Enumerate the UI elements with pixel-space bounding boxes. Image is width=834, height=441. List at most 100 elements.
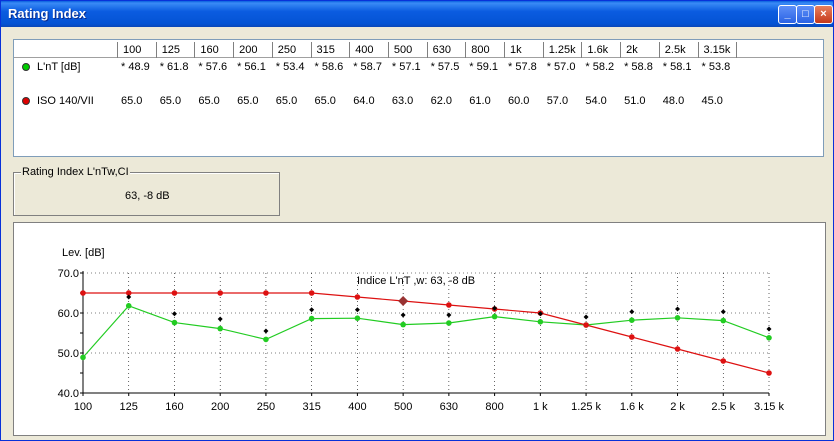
- table-cell: 64.0: [353, 95, 375, 107]
- table-cell: 60.0: [508, 95, 530, 107]
- diamond-data-point: [720, 309, 726, 315]
- table-cell: * 58.8: [624, 61, 653, 73]
- table-cell: * 48.9: [121, 61, 150, 73]
- y-tick-label: 50.0: [58, 348, 79, 360]
- series-line: [83, 292, 770, 374]
- diamond-data-point: [400, 312, 406, 318]
- client-area: 100 125 160 200 250 315 400 500 630 800 1k 1.25k 1.6…: [4, 27, 830, 438]
- table-cell: * 58.2: [585, 61, 615, 73]
- series-data-point: [125, 303, 132, 309]
- diamond-data-point: [126, 294, 132, 300]
- rating-index-group: Rating Index L'nTw,CI 63, -8 dB: [13, 166, 280, 216]
- series-data-point: [354, 315, 361, 321]
- window-title: Rating Index: [8, 6, 87, 21]
- table-cell: 65.0: [198, 95, 220, 107]
- series-data-point: [629, 334, 635, 340]
- table-cell: 51.0: [624, 95, 646, 107]
- frequency-header-row: 100 125 160 200 250 315 400 500 630 800 1k 1.25k 1.6…: [14, 41, 823, 58]
- y-tick-label: 70.0: [58, 268, 79, 280]
- table-cell: * 57.0: [546, 61, 576, 73]
- table-cell: 45.0: [701, 95, 723, 107]
- frequency-header-cell: 315: [310, 42, 350, 58]
- series-data-point: [491, 313, 498, 320]
- frequency-header-cell: 160: [194, 42, 233, 58]
- series-line: [82, 305, 770, 358]
- table-cell: * 57.8: [508, 61, 537, 73]
- diamond-data-point: [675, 306, 681, 312]
- table-cell: 65.0: [159, 95, 182, 107]
- frequency-header-cell: 2.5k: [658, 42, 698, 58]
- series-data-point: [217, 325, 223, 332]
- maximize-button[interactable]: □: [796, 5, 815, 24]
- table-cell: * 61.8: [159, 61, 189, 73]
- series-data-point: [766, 335, 772, 341]
- x-tick-label: 315: [302, 401, 320, 413]
- y-axis-label: Lev. [dB]: [62, 247, 105, 259]
- table-row-label[interactable]: L'nT [dB]: [22, 60, 80, 74]
- series-data-point: [80, 354, 86, 361]
- diamond-data-point: [217, 316, 223, 322]
- header-end-divider: [736, 42, 742, 58]
- series-data-point: [446, 320, 452, 326]
- table-cell: * 58.1: [662, 61, 692, 73]
- series-data-point: [720, 358, 727, 364]
- diamond-data-point: [171, 311, 177, 317]
- table-cell: * 53.8: [701, 61, 731, 73]
- title-bar[interactable]: Rating Index _ □ ×: [1, 1, 833, 27]
- table-cell: * 53.4: [275, 61, 305, 73]
- table-cell: * 58.6: [314, 61, 344, 73]
- frequency-header-cell: 800: [465, 42, 504, 58]
- frequency-header-cell: 1.6k: [581, 42, 620, 58]
- series-data-point: [217, 290, 223, 296]
- frequency-header-cell: 2k: [620, 42, 659, 58]
- table-cell: 57.0: [546, 95, 569, 107]
- frequency-table: 100 125 160 200 250 315 400 500 630 800 1k 1.25k 1.6…: [13, 39, 824, 157]
- rating-index-window: Rating Index _ □ × 100 125 160 200 250 315 400…: [0, 0, 834, 441]
- row-label-text: L'nT [dB]: [37, 61, 81, 73]
- series-data-point: [171, 290, 178, 296]
- frequency-header-cell: 250: [271, 42, 311, 58]
- table-cell: 65.0: [275, 95, 298, 107]
- series-data-point: [674, 315, 681, 321]
- table-cell: 65.0: [237, 95, 259, 107]
- x-tick-label: 100: [74, 401, 92, 413]
- x-tick-label: 1 k: [533, 401, 548, 413]
- diamond-data-point: [263, 328, 269, 334]
- x-tick-label: 125: [120, 401, 138, 413]
- series-data-point: [308, 315, 315, 322]
- series-data-point: [171, 319, 178, 326]
- table-cell: * 57.5: [430, 61, 460, 73]
- frequency-header-cell: 1.25k: [542, 42, 582, 58]
- table-cell: 61.0: [469, 95, 491, 107]
- table-row-label[interactable]: ISO 140/VII: [22, 94, 94, 108]
- rating-chart: 40.0 50.0 60.0 70.0 100 125 160 200 250 315 400 500…: [13, 222, 826, 436]
- x-tick-label: 630: [440, 401, 458, 413]
- series-data-point: [308, 290, 315, 296]
- frequency-header-cell: 1k: [504, 42, 543, 58]
- x-tick-label: 200: [211, 401, 229, 413]
- table-cell: 65.0: [314, 95, 336, 107]
- y-tick-label: 40.0: [58, 388, 79, 400]
- series-data-point: [263, 290, 269, 296]
- series-data-point: [400, 321, 406, 328]
- x-tick-label: 250: [257, 401, 275, 413]
- frequency-header-cell: 3.15k: [697, 42, 737, 58]
- diamond-data-point: [309, 307, 315, 313]
- frequency-header-cell: 200: [233, 42, 272, 58]
- table-cell: * 59.1: [469, 61, 499, 73]
- reference-shift-marker: [398, 296, 409, 306]
- table-cell: * 58.7: [353, 61, 382, 73]
- minimize-button[interactable]: _: [778, 5, 797, 24]
- series-data-point: [537, 319, 544, 325]
- series-data-point: [629, 317, 635, 323]
- table-cell: * 57.6: [198, 61, 228, 73]
- diamond-data-point: [354, 307, 360, 313]
- close-button[interactable]: ×: [814, 5, 833, 24]
- table-cell: * 57.1: [391, 61, 421, 73]
- frequency-header-cell: 400: [349, 42, 388, 58]
- series-data-point: [446, 302, 452, 308]
- x-tick-label: 400: [348, 401, 366, 413]
- x-tick-label: 1.25 k: [571, 401, 601, 413]
- series-data-point: [263, 336, 269, 343]
- x-tick-label: 2.5 k: [711, 401, 735, 413]
